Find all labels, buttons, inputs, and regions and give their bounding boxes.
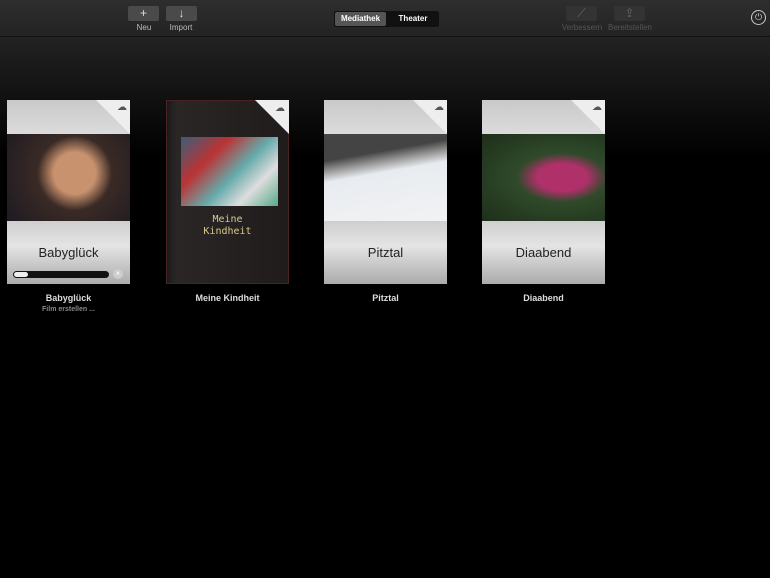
cloud-upload-icon[interactable]: ☁ — [434, 102, 444, 113]
title-band: Pitztal — [324, 221, 447, 284]
new-button[interactable]: + — [128, 6, 159, 21]
project-thumbnail — [181, 137, 278, 206]
cancel-icon[interactable]: × — [113, 269, 123, 279]
share-button[interactable]: ⇪ — [614, 6, 645, 21]
project-card-meine-kindheit[interactable]: ☁ Meine Kindheit — [166, 100, 289, 284]
project-title: Diaabend — [515, 245, 572, 260]
project-label: Diaabend — [523, 293, 564, 303]
cloud-upload-icon[interactable]: ☁ — [117, 102, 127, 113]
project-title: Pitztal — [367, 245, 404, 260]
project-label: Pitztal — [372, 293, 399, 303]
view-segmented-control: Mediathek Theater — [334, 11, 439, 27]
enhance-button[interactable]: ⟋ — [566, 6, 597, 21]
project-thumbnail — [7, 134, 130, 221]
project-card-pitztal[interactable]: ☁ Pitztal — [324, 100, 447, 284]
power-icon[interactable]: ⏻ — [751, 10, 766, 25]
import-label: Import — [169, 23, 193, 32]
book-title: Meine Kindheit — [203, 214, 252, 237]
cloud-upload-icon[interactable]: ☁ — [275, 103, 285, 114]
project-card-babyglueck[interactable]: ☁ Babyglück × — [7, 100, 130, 284]
progress-bar — [13, 271, 109, 278]
plus-icon: + — [139, 6, 147, 20]
tab-theater[interactable]: Theater — [387, 11, 439, 27]
project-status: Film erstellen ... — [42, 306, 95, 313]
arrow-down-icon: ↓ — [178, 6, 185, 20]
toolbar: + Neu ↓ Import Mediathek Theater ⟋ Verbe… — [0, 0, 770, 37]
project-label: Meine Kindheit — [195, 293, 260, 303]
title-band: Diaabend — [482, 221, 605, 284]
magic-wand-icon: ⟋ — [577, 6, 586, 20]
project-thumbnail — [324, 134, 447, 221]
project-label: Babyglück — [45, 293, 92, 303]
tab-mediathek[interactable]: Mediathek — [335, 12, 386, 26]
project-thumbnail — [482, 134, 605, 221]
project-card-diaabend[interactable]: ☁ Diaabend — [482, 100, 605, 284]
share-icon: ⇪ — [624, 6, 635, 20]
cloud-upload-icon[interactable]: ☁ — [592, 102, 602, 113]
import-button[interactable]: ↓ — [166, 6, 197, 21]
share-label: Bereitstellen — [607, 23, 653, 32]
project-title: Babyglück — [38, 245, 99, 260]
